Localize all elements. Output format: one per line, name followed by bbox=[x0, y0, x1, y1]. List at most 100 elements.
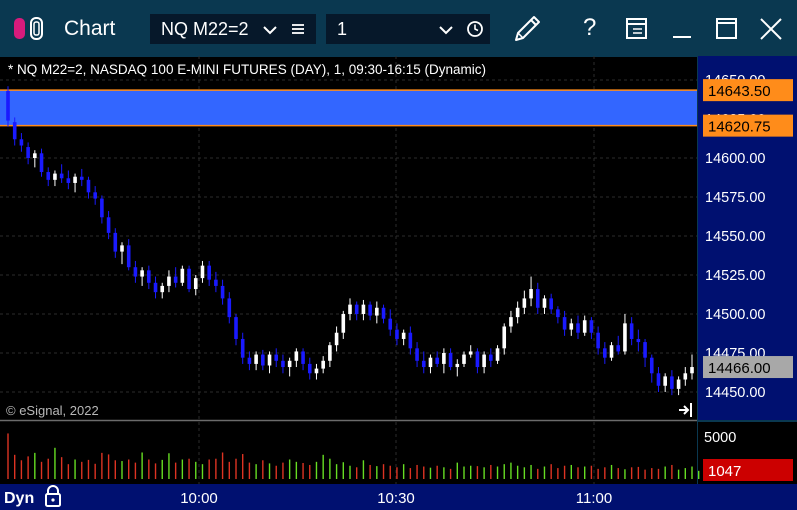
volume-tick-label: 5000 bbox=[704, 430, 736, 446]
candle-body bbox=[321, 360, 325, 369]
candle-body bbox=[180, 268, 185, 283]
interval-value: 1 bbox=[337, 19, 348, 39]
candle-body bbox=[314, 368, 319, 374]
candle-body bbox=[73, 176, 77, 183]
layout-icon[interactable] bbox=[624, 16, 650, 42]
time-tick-label: 10:00 bbox=[180, 490, 218, 507]
candle-body bbox=[603, 348, 607, 358]
mode-label[interactable]: Dyn bbox=[4, 490, 34, 507]
last-price-label: 14466.00 bbox=[708, 360, 771, 377]
candle-body bbox=[173, 276, 178, 283]
candle-body bbox=[287, 360, 292, 368]
candle-body bbox=[435, 357, 439, 364]
time-tick-label: 10:30 bbox=[377, 490, 415, 507]
candle-body bbox=[401, 332, 406, 339]
candle-body bbox=[39, 153, 44, 173]
candle-body bbox=[690, 367, 694, 374]
band-upper-label: 14643.50 bbox=[708, 83, 771, 100]
candle-body bbox=[153, 282, 158, 293]
candle-body bbox=[375, 307, 379, 316]
price-band[interactable] bbox=[0, 89, 697, 127]
candle-body bbox=[556, 309, 560, 318]
chevron-down-icon[interactable] bbox=[438, 24, 454, 36]
candle-body bbox=[33, 153, 37, 158]
candle-body bbox=[79, 176, 84, 180]
candle-body bbox=[334, 332, 339, 346]
candle-body bbox=[133, 267, 138, 277]
candle-body bbox=[442, 353, 446, 364]
volume-last-label: 1047 bbox=[708, 463, 741, 480]
candle-body bbox=[482, 354, 486, 368]
candle-body bbox=[421, 360, 426, 368]
candle-body bbox=[234, 317, 238, 339]
chevron-down-icon[interactable] bbox=[262, 24, 278, 36]
candle-body bbox=[549, 298, 553, 310]
maximize-icon[interactable] bbox=[714, 16, 740, 42]
candle-body bbox=[489, 354, 493, 361]
candle-body bbox=[240, 338, 245, 358]
candle-body bbox=[187, 268, 191, 290]
app-logo-icon bbox=[14, 17, 43, 40]
candle-body bbox=[522, 298, 527, 308]
close-icon[interactable] bbox=[758, 16, 784, 42]
candle-body bbox=[307, 363, 312, 374]
candle-body bbox=[589, 320, 594, 333]
candle-body bbox=[341, 314, 346, 333]
price-band-fill[interactable] bbox=[0, 90, 697, 126]
help-icon[interactable]: ? bbox=[583, 14, 596, 42]
chart-area[interactable]: 14650.0014625.0014600.0014575.0014550.00… bbox=[0, 56, 797, 510]
window-title: Chart bbox=[64, 17, 116, 40]
candle-body bbox=[193, 278, 198, 290]
price-tick-label: 14450.00 bbox=[705, 385, 765, 401]
symbol-value: NQ M22=2 bbox=[161, 19, 249, 39]
price-tick-label: 14600.00 bbox=[705, 151, 765, 167]
candle-body bbox=[147, 270, 151, 283]
candle-body bbox=[328, 345, 332, 361]
candle-body bbox=[636, 338, 641, 343]
chart-header: * NQ M22=2, NASDAQ 100 E-MINI FUTURES (D… bbox=[8, 62, 486, 77]
candle-body bbox=[643, 342, 647, 358]
candle-body bbox=[361, 304, 366, 314]
candle-body bbox=[59, 173, 64, 179]
candle-body bbox=[274, 354, 279, 361]
candle-body bbox=[509, 317, 513, 327]
pencil-icon[interactable] bbox=[510, 12, 544, 46]
candle-body bbox=[495, 348, 500, 361]
candle-body bbox=[468, 351, 473, 355]
candle-body bbox=[542, 298, 547, 308]
price-tick-label: 14525.00 bbox=[705, 268, 765, 284]
candle-body bbox=[281, 360, 285, 368]
candle-body bbox=[670, 376, 674, 389]
candle-body bbox=[616, 345, 621, 352]
candle-body bbox=[502, 326, 507, 349]
candle-body bbox=[294, 351, 299, 361]
candle-body bbox=[100, 198, 104, 218]
minimize-icon[interactable] bbox=[670, 18, 694, 42]
candle-body bbox=[428, 357, 433, 368]
candle-body bbox=[167, 276, 171, 286]
clock-icon[interactable] bbox=[466, 20, 484, 38]
candle-body bbox=[120, 245, 124, 252]
chart-window: Chart NQ M22=2 1 ? 14600.00 14575.00 145… bbox=[0, 0, 797, 510]
candle-body bbox=[381, 307, 386, 319]
candle-body bbox=[301, 351, 305, 364]
candle-body bbox=[649, 357, 654, 374]
candle-body bbox=[623, 323, 627, 352]
symbol-selector[interactable]: NQ M22=2 bbox=[150, 14, 316, 44]
candle-body bbox=[214, 279, 218, 286]
candle-body bbox=[126, 245, 131, 268]
candle-body bbox=[562, 317, 567, 330]
candle-body bbox=[354, 304, 359, 314]
candle-body bbox=[348, 304, 352, 314]
candle-body bbox=[113, 232, 118, 252]
candle-body bbox=[247, 357, 252, 364]
candle-body bbox=[462, 354, 466, 364]
candle-body bbox=[663, 376, 667, 386]
band-lower-label: 14620.75 bbox=[708, 119, 771, 136]
candle-body bbox=[220, 285, 225, 299]
candle-body bbox=[200, 265, 205, 279]
candle-body bbox=[683, 373, 688, 380]
price-tick-label: 14550.00 bbox=[705, 229, 765, 245]
menu-lines-icon[interactable] bbox=[290, 22, 306, 36]
interval-selector[interactable]: 1 bbox=[326, 14, 490, 44]
